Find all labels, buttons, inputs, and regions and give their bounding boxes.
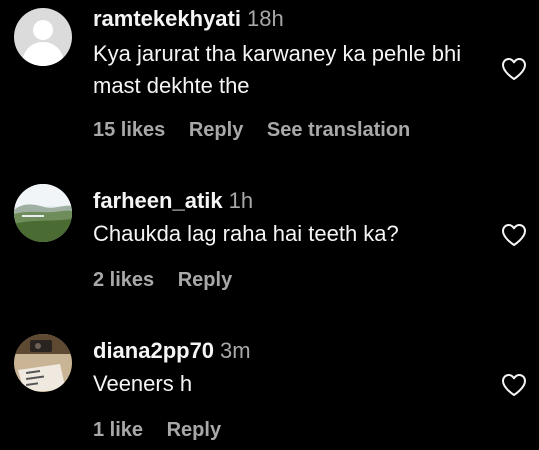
like-button[interactable] [501,57,527,81]
heart-outline-icon [502,58,526,80]
avatar[interactable] [14,334,72,392]
comment-text: Chaukda lag raha hai teeth ka? [93,221,399,246]
likes-count[interactable]: 15 likes [93,119,165,141]
reply-button[interactable]: Reply [178,269,232,291]
avatar[interactable] [14,184,72,242]
like-button[interactable] [501,373,527,397]
heart-outline-icon [502,224,526,246]
comment-time: 3m [220,338,251,363]
heart-outline-icon [502,374,526,396]
comment-header: ramtekekhyati 18h [93,6,284,32]
reply-button[interactable]: Reply [189,119,243,141]
comment-time: 1h [228,188,254,213]
avatar[interactable] [14,8,72,66]
comment-header: diana2pp70 3m [93,338,251,364]
username[interactable]: farheen_atik [93,188,223,213]
album-photo [14,334,72,392]
username[interactable]: diana2pp70 [93,338,214,363]
see-translation-button[interactable]: See translation [267,119,410,141]
comment-header: farheen_atik 1h [93,188,253,214]
comment-actions: 1 like Reply [93,418,239,442]
default-profile-icon [14,8,72,66]
reply-button[interactable]: Reply [167,419,221,441]
likes-count[interactable]: 1 like [93,419,143,441]
username[interactable]: ramtekekhyati [93,6,241,31]
likes-count[interactable]: 2 likes [93,269,154,291]
comment-time: 18h [246,6,284,31]
landscape-photo [14,184,72,242]
like-button[interactable] [501,223,527,247]
comment-actions: 15 likes Reply See translation [93,118,428,142]
comment-text: Veeners h [93,371,193,396]
comment-text: Kya jarurat tha karwaney ka pehle bhi ma… [93,41,462,98]
comment-actions: 2 likes Reply [93,268,250,292]
